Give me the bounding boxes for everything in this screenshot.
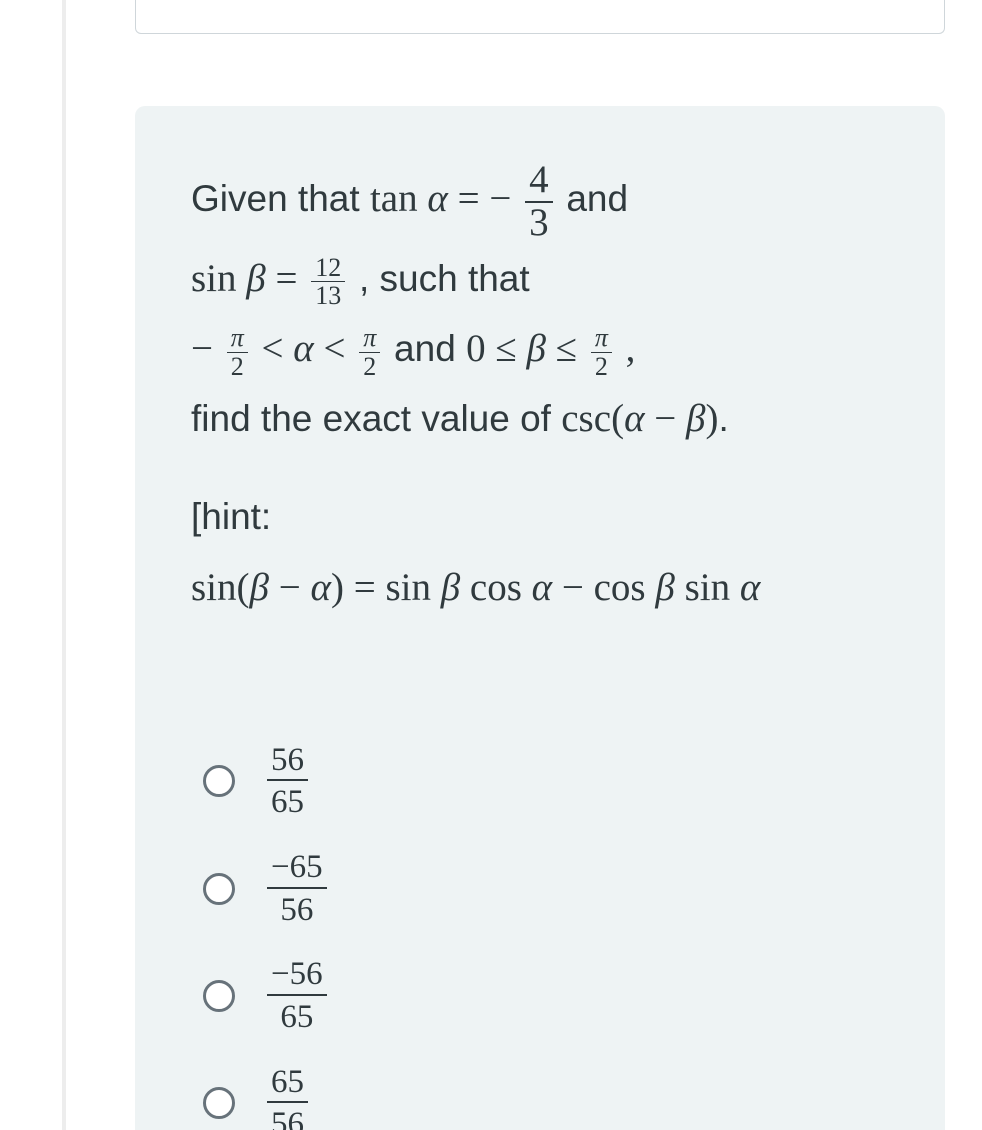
open-paren: (	[237, 566, 250, 609]
page: Given that tan α = − 4 3 and sin β = 12 …	[0, 0, 982, 1130]
lt: <	[324, 327, 356, 370]
fraction-option-2: −65 56	[267, 850, 327, 927]
fraction-pi-2: π 2	[359, 324, 380, 380]
fraction-denominator: 2	[227, 353, 248, 380]
fraction-denominator: 3	[525, 203, 553, 244]
option-label: −65 56	[263, 850, 331, 927]
text-and2: and	[394, 328, 466, 369]
option-label: −56 65	[263, 957, 331, 1034]
fraction-denominator: 65	[267, 996, 327, 1035]
left-rail	[62, 0, 66, 1130]
fn-sin: sin	[385, 566, 431, 609]
fraction-numerator: −65	[267, 850, 327, 889]
fn-cos: cos	[594, 566, 646, 609]
hint-label: [hint:	[191, 496, 271, 537]
fraction-denominator: 13	[311, 282, 345, 309]
previous-card-bottom	[135, 0, 945, 34]
fraction-numerator: π	[591, 324, 612, 352]
fraction-numerator: π	[359, 324, 380, 352]
fn-sin: sin	[685, 566, 731, 609]
equals: =	[458, 177, 490, 220]
radio-icon[interactable]	[203, 980, 235, 1012]
text-given-that: Given that	[191, 178, 370, 219]
answer-option-1[interactable]: 56 65	[203, 743, 945, 820]
le: ≤	[495, 327, 526, 370]
var-alpha: α	[293, 327, 313, 370]
fraction-denominator: 65	[267, 781, 308, 820]
minus: −	[654, 397, 676, 440]
close-paren: )	[331, 566, 344, 609]
fraction-denominator: 56	[267, 889, 327, 928]
var-alpha: α	[532, 566, 552, 609]
fraction-4-3: 4 3	[525, 160, 553, 244]
fraction-numerator: −56	[267, 957, 327, 996]
minus: −	[562, 566, 594, 609]
option-label: 65 56	[263, 1065, 312, 1130]
fraction-option-4: 65 56	[267, 1065, 308, 1130]
open-paren: (	[611, 397, 624, 440]
hint: [hint: sin(β − α) = sin β cos α − cos β …	[191, 482, 945, 622]
lt: <	[262, 327, 294, 370]
option-label: 56 65	[263, 743, 312, 820]
close-paren: )	[705, 397, 718, 440]
text-such-that: , such that	[359, 258, 530, 299]
minus: −	[489, 177, 511, 220]
answer-options: 56 65 −65 56 −56	[203, 743, 945, 1130]
var-alpha: α	[310, 566, 330, 609]
period: .	[718, 398, 728, 439]
equals: =	[275, 257, 307, 300]
radio-icon[interactable]	[203, 765, 235, 797]
minus: −	[191, 327, 213, 370]
radio-icon[interactable]	[203, 873, 235, 905]
var-alpha: α	[740, 566, 760, 609]
fraction-pi-2: π 2	[227, 324, 248, 380]
minus: −	[269, 566, 311, 609]
var-beta: β	[246, 257, 265, 300]
fn-cos: cos	[470, 566, 522, 609]
var-beta: β	[686, 397, 705, 440]
var-beta: β	[526, 327, 545, 370]
fraction-option-1: 56 65	[267, 743, 308, 820]
fraction-denominator: 2	[359, 353, 380, 380]
fraction-option-3: −56 65	[267, 957, 327, 1034]
zero: 0	[466, 327, 486, 370]
comma: ,	[626, 327, 636, 370]
answer-option-2[interactable]: −65 56	[203, 850, 945, 927]
var-alpha: α	[624, 397, 644, 440]
fraction-denominator: 2	[591, 353, 612, 380]
fraction-numerator: 4	[525, 160, 553, 203]
answer-option-4[interactable]: 65 56	[203, 1065, 945, 1130]
fraction-denominator: 56	[267, 1103, 308, 1130]
fn-sin: sin	[191, 257, 237, 300]
var-beta: β	[441, 566, 460, 609]
fraction-numerator: 56	[267, 743, 308, 782]
fn-csc: csc	[561, 397, 611, 440]
le: ≤	[556, 327, 587, 370]
fraction-numerator: 12	[311, 254, 345, 282]
fraction-12-13: 12 13	[311, 254, 345, 310]
fraction-numerator: 65	[267, 1065, 308, 1104]
equals: =	[354, 566, 386, 609]
text-find: find the exact value of	[191, 398, 561, 439]
fn-tan: tan	[370, 177, 418, 220]
text-and: and	[566, 178, 628, 219]
fraction-numerator: π	[227, 324, 248, 352]
fraction-pi-2: π 2	[591, 324, 612, 380]
answer-option-3[interactable]: −56 65	[203, 957, 945, 1034]
radio-icon[interactable]	[203, 1087, 235, 1119]
var-alpha: α	[427, 177, 447, 220]
fn-sin: sin	[191, 566, 237, 609]
question-card: Given that tan α = − 4 3 and sin β = 12 …	[135, 106, 945, 1130]
var-beta: β	[655, 566, 674, 609]
var-beta: β	[250, 566, 269, 609]
question-stem: Given that tan α = − 4 3 and sin β = 12 …	[191, 160, 945, 623]
